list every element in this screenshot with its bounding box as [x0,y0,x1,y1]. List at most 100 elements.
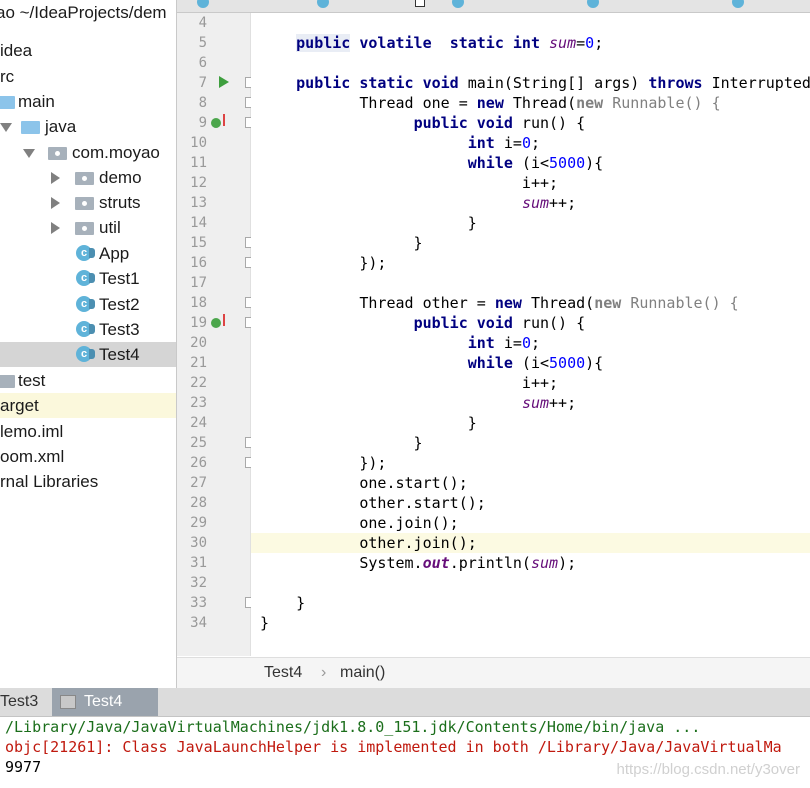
tree-label: Test3 [99,320,140,339]
console-icon [60,694,76,709]
class-icon [452,0,464,9]
editor-tab[interactable] [317,0,335,10]
tree-row-src[interactable]: rc [0,64,176,89]
code-editor[interactable]: public volatile static int sum=0; public… [251,13,810,656]
code-line[interactable]: Thread other = new Thread(new Runnable()… [251,293,810,313]
tree-row-test2[interactable]: c Test2 [0,292,176,317]
tree-row-pom-xml[interactable]: oom.xml [0,444,176,469]
tree-row-util[interactable]: util [0,215,176,240]
code-line-current[interactable]: other.join(); [251,533,810,553]
tree-label: ao ~/IdeaProjects/dem [0,3,167,22]
tree-row-java[interactable]: java [0,114,176,139]
line-number: 5 [198,35,207,51]
folder-icon [0,375,15,388]
tree-row-main[interactable]: main [0,89,176,114]
line-number: 16 [190,255,207,271]
tree-row-app[interactable]: c App [0,241,176,266]
run-tab-test4[interactable]: Test4 [52,688,158,716]
code-line[interactable]: } [251,433,810,453]
console-output-line: 9977 [5,758,42,776]
tree-row-idea[interactable]: idea [0,38,176,63]
tree-row-com-moyao[interactable]: com.moyao [0,140,176,165]
tree-row-test[interactable]: test [0,368,176,393]
code-line[interactable]: }); [251,453,810,473]
code-line[interactable]: public static void main(String[] args) t… [251,73,810,93]
code-line[interactable]: while (i<5000){ [251,353,810,373]
breadcrumb-class[interactable]: Test4 [264,658,302,688]
code-line[interactable]: public volatile static int sum=0; [251,33,810,53]
tree-row-project[interactable]: ao ~/IdeaProjects/dem [0,0,176,25]
collapse-arrow-icon[interactable] [51,197,60,209]
code-line[interactable]: sum++; [251,393,810,413]
code-line[interactable]: } [251,413,810,433]
line-number: 14 [190,215,207,231]
run-console[interactable]: /Library/Java/JavaVirtualMachines/jdk1.8… [0,717,810,788]
code-line[interactable]: sum++; [251,193,810,213]
code-line[interactable]: } [251,213,810,233]
tree-label: idea [0,41,33,60]
class-icon: c [76,245,95,261]
override-icon[interactable] [211,114,225,128]
tree-row-test4[interactable]: c Test4 [0,342,176,367]
line-number: 6 [198,55,207,71]
console-error-line: objc[21261]: Class JavaLaunchHelper is i… [5,738,782,756]
code-line[interactable]: }); [251,253,810,273]
tree-label: App [99,244,130,263]
line-number: 32 [190,575,207,591]
run-tab-test3[interactable]: Test3 [0,688,46,716]
tree-row-demo[interactable]: demo [0,165,176,190]
line-number: 20 [190,335,207,351]
editor-tab-active[interactable] [732,0,750,10]
code-line[interactable]: System.out.println(sum); [251,553,810,573]
editor-tab[interactable] [452,0,470,10]
code-line[interactable]: i++; [251,373,810,393]
code-line[interactable]: other.start(); [251,493,810,513]
code-line[interactable]: int i=0; [251,333,810,353]
breadcrumb: Test4 › main() [177,657,810,688]
collapse-arrow-icon[interactable] [51,172,60,184]
package-icon [48,147,67,160]
code-line[interactable]: while (i<5000){ [251,153,810,173]
line-number: 15 [190,235,207,251]
code-line[interactable]: int i=0; [251,133,810,153]
editor-tab-bar[interactable] [177,0,810,13]
collapse-arrow-icon[interactable] [51,222,60,234]
class-icon [197,0,209,9]
code-line[interactable]: Thread one = new Thread(new Runnable() { [251,93,810,113]
tree-row-target[interactable]: arget [0,393,176,418]
code-line[interactable]: one.join(); [251,513,810,533]
expand-arrow-icon[interactable] [23,149,35,158]
override-icon[interactable] [211,314,225,328]
code-line[interactable]: one.start(); [251,473,810,493]
run-icon[interactable] [219,76,229,88]
run-tab-label: Test3 [0,693,39,710]
line-number: 7 [198,75,207,91]
line-number: 25 [190,435,207,451]
breadcrumb-method[interactable]: main() [340,658,385,688]
line-number: 19 [190,315,207,331]
close-tab-icon[interactable] [415,0,425,7]
line-number: 30 [190,535,207,551]
tree-label: Test4 [99,345,140,364]
tree-row-test1[interactable]: c Test1 [0,266,176,291]
tree-row-test3[interactable]: c Test3 [0,317,176,342]
tree-row-external-libraries[interactable]: rnal Libraries [0,469,176,494]
line-number: 12 [190,175,207,191]
expand-arrow-icon[interactable] [0,123,12,132]
project-tree[interactable]: ao ~/IdeaProjects/dem idea rc main java … [0,0,177,688]
tree-label: rc [0,67,15,86]
tree-row-demo-iml[interactable]: lemo.iml [0,419,176,444]
code-line[interactable]: } [251,593,810,613]
editor-tab[interactable] [587,0,605,10]
line-number: 33 [190,595,207,611]
code-line[interactable]: } [251,233,810,253]
tree-row-struts[interactable]: struts [0,190,176,215]
code-line[interactable]: public void run() { [251,313,810,333]
code-line[interactable]: } [251,613,810,633]
tree-label: util [99,218,121,237]
editor-tab[interactable] [197,0,215,10]
code-line[interactable]: public void run() { [251,113,810,133]
tree-label: test [18,371,46,390]
tree-label: Test1 [99,269,140,288]
code-line[interactable]: i++; [251,173,810,193]
